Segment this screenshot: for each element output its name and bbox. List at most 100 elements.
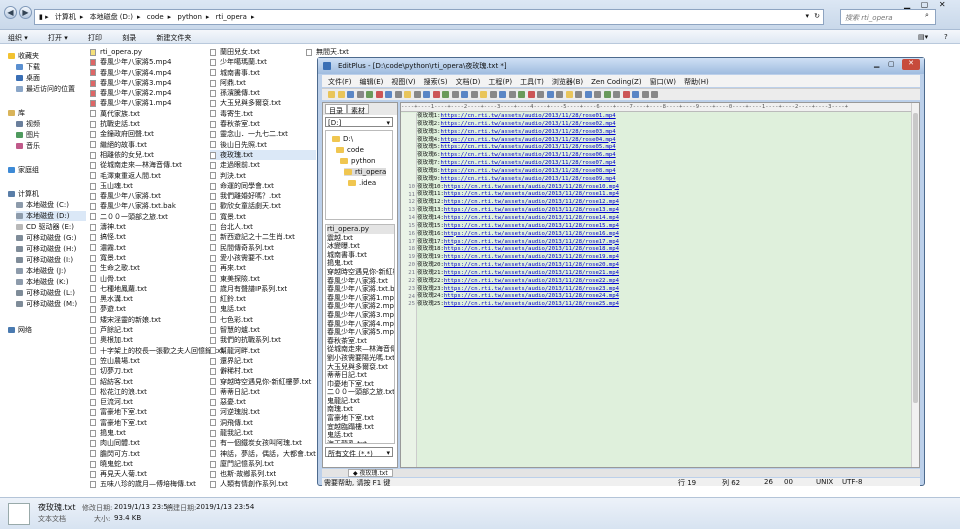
file-item[interactable]: 春風少年八家將2.mp4 xyxy=(90,88,224,98)
burn-button[interactable]: 刻录 xyxy=(122,34,136,42)
sidebar-file-item[interactable]: 春風少年八家將4.mp4 xyxy=(327,320,394,329)
file-item[interactable]: 毛澤東重返人間.txt xyxy=(90,171,224,181)
file-item[interactable]: 河逆瑰說.txt xyxy=(210,407,316,417)
file-item[interactable]: 濤神.txt xyxy=(90,222,224,232)
toolbar-button-icon[interactable] xyxy=(423,91,430,98)
toolbar-button-icon[interactable] xyxy=(613,91,620,98)
help-icon[interactable]: ? xyxy=(944,33,948,41)
line-url[interactable]: https://cn.rti.tw/assets/audio/2013/11/2… xyxy=(441,144,616,150)
toolbar-button-icon[interactable] xyxy=(641,91,649,98)
toolbar-button-icon[interactable] xyxy=(622,91,630,98)
nav-item-music[interactable]: 音乐 xyxy=(16,141,40,151)
file-item[interactable]: 相離依的女兒.txt xyxy=(90,150,224,160)
menu-item[interactable]: Zen Coding(Z) xyxy=(591,78,641,86)
file-item[interactable]: 還界記.txt xyxy=(210,356,316,366)
menu-item[interactable]: 工具(T) xyxy=(520,78,544,86)
file-item[interactable]: 台北人.txt xyxy=(210,222,316,232)
menu-item[interactable]: 搜索(S) xyxy=(424,78,448,86)
file-item[interactable]: 從城南走來—林海音傳.txt xyxy=(90,160,224,170)
open-button[interactable]: 打开 ▾ xyxy=(48,34,68,42)
nav-drive[interactable]: 本地磁盘 (J:) xyxy=(16,266,66,276)
file-item[interactable]: 幫龍河畔.txt xyxy=(210,346,316,356)
toolbar-button-icon[interactable] xyxy=(575,91,582,98)
code-area[interactable]: 夜玫瑰1:https://cn.rti.tw/assets/audio/2013… xyxy=(417,113,911,309)
file-item[interactable]: 神話，夢話，偶話，大都會.txt xyxy=(210,449,316,459)
toolbar-button-icon[interactable] xyxy=(413,91,421,98)
file-item[interactable]: 五味八珍的歲月—傅培梅傳.txt xyxy=(90,479,224,489)
file-item[interactable]: 搞怪.txt xyxy=(90,232,224,242)
file-item[interactable]: 繼絕的故事.txt xyxy=(90,140,224,150)
drive-select[interactable]: [D:] ▾ xyxy=(325,117,393,127)
nav-network[interactable]: 网络 xyxy=(8,325,32,335)
nav-drive[interactable]: 可移动磁盘 (H:) xyxy=(16,244,76,254)
file-item[interactable]: 有一個鐵炭女孩叫阿瑰.txt xyxy=(210,438,316,448)
forward-button[interactable]: ▶ xyxy=(19,6,32,19)
line-url[interactable]: https://cn.rti.tw/assets/audio/2013/11/2… xyxy=(444,270,619,276)
file-item[interactable]: 巨流河.txt xyxy=(90,397,224,407)
file-item[interactable]: 十字架上的校長一張歡之夫人回憶錄.txt xyxy=(90,346,224,356)
close-icon[interactable]: ✕ xyxy=(939,0,946,9)
toolbar-button-icon[interactable] xyxy=(385,91,392,98)
search-icon[interactable]: ⌕ xyxy=(925,11,929,20)
code-line[interactable]: 夜玫瑰9:https://cn.rti.tw/assets/audio/2013… xyxy=(417,176,911,184)
nav-drive[interactable]: 可移动磁盘 (G:) xyxy=(16,233,76,243)
code-line[interactable]: 夜玫瑰18:https://cn.rti.tw/assets/audio/201… xyxy=(417,246,911,254)
file-item[interactable]: 蒂蒂日記.txt xyxy=(210,387,316,397)
file-item[interactable]: 春風少年八家將5.mp4 xyxy=(90,57,224,67)
file-item[interactable]: 惡憂.txt xyxy=(210,397,316,407)
sidebar-file-item[interactable]: 大玉兒與多爾袞.txt xyxy=(327,363,394,372)
toolbar-button-icon[interactable] xyxy=(565,91,573,98)
code-line[interactable]: 夜玫瑰25:https://cn.rti.tw/assets/audio/201… xyxy=(417,301,911,309)
file-item[interactable]: 再見天人菊.txt xyxy=(90,469,224,479)
file-item[interactable]: 歡欣女童話劇天.txt xyxy=(210,201,316,211)
file-item[interactable]: 龍我記.txt xyxy=(210,428,316,438)
file-item[interactable]: 無間天.txt xyxy=(306,47,349,57)
toolbar-button-icon[interactable] xyxy=(518,91,525,98)
nav-item-desktop[interactable]: 桌面 xyxy=(16,73,40,83)
file-item[interactable]: 春風少年八家將.txt.bak xyxy=(90,201,224,211)
back-button[interactable]: ◀ xyxy=(4,6,17,19)
file-item[interactable]: 穿越時空遇見你-新紅樓夢.txt xyxy=(210,377,316,387)
toolbar-button-icon[interactable] xyxy=(356,91,364,98)
file-item[interactable]: 濃霧.txt xyxy=(90,243,224,253)
file-item[interactable]: 我們離婚好嗎？.txt xyxy=(210,191,316,201)
breadcrumb-item[interactable]: rti_opera xyxy=(216,13,247,21)
line-url[interactable]: https://cn.rti.tw/assets/audio/2013/11/2… xyxy=(441,176,616,182)
nav-computer[interactable]: 计算机 xyxy=(8,189,39,199)
tree-node[interactable]: python xyxy=(340,157,376,165)
toolbar-button-icon[interactable] xyxy=(328,91,335,98)
new-folder-button[interactable]: 新建文件夹 xyxy=(156,34,191,42)
file-item[interactable]: 夜玫瑰.txt xyxy=(210,149,316,161)
sidebar-file-item[interactable]: 穿越時空遇見你-新紅樓 xyxy=(327,268,394,277)
code-line[interactable]: 夜玫瑰1:https://cn.rti.tw/assets/audio/2013… xyxy=(417,113,911,121)
code-line[interactable]: 夜玫瑰2:https://cn.rti.tw/assets/audio/2013… xyxy=(417,121,911,129)
file-item[interactable]: 七種地鳳蘿.txt xyxy=(90,284,224,294)
menu-item[interactable]: 窗口(W) xyxy=(650,78,676,86)
line-url[interactable]: https://cn.rti.tw/assets/audio/2013/11/2… xyxy=(444,293,619,299)
file-item[interactable]: 再來.txt xyxy=(210,263,316,273)
view-options-icon[interactable]: ▤▾ xyxy=(918,33,928,41)
file-item[interactable]: 大玉兒與多爾袞.txt xyxy=(210,98,316,108)
file-item[interactable]: 也斯·故鄉系列.txt xyxy=(210,469,316,479)
file-item[interactable]: 七色彩.txt xyxy=(210,315,316,325)
sidebar-file-item[interactable]: 富豪地下室.txt xyxy=(327,414,394,423)
breadcrumb-item[interactable]: 计算机 xyxy=(55,13,76,21)
breadcrumb-item[interactable]: python xyxy=(177,13,202,21)
file-item[interactable]: 判決.txt xyxy=(210,171,316,181)
sidebar-file-item[interactable]: 從城南走來—林海音傳 xyxy=(327,345,394,354)
file-item[interactable]: 紅鈴.txt xyxy=(210,294,316,304)
toolbar-button-icon[interactable] xyxy=(366,91,373,98)
line-url[interactable]: https://cn.rti.tw/assets/audio/2013/11/2… xyxy=(444,286,619,292)
line-url[interactable]: https://cn.rti.tw/assets/audio/2013/11/2… xyxy=(444,223,619,229)
menu-item[interactable]: 浏览器(B) xyxy=(552,78,583,86)
line-url[interactable]: https://cn.rti.tw/assets/audio/2013/11/2… xyxy=(444,191,619,197)
tree-node[interactable]: .idea xyxy=(348,179,376,187)
toolbar-button-icon[interactable] xyxy=(375,91,383,98)
file-item[interactable]: 搗鬼.txt xyxy=(90,428,224,438)
toolbar-button-icon[interactable] xyxy=(594,91,601,98)
file-item[interactable]: 蘭田兒女.txt xyxy=(210,47,316,57)
toolbar-button-icon[interactable] xyxy=(556,91,563,98)
file-item[interactable]: 富豪地下室.txt xyxy=(90,407,224,417)
breadcrumb-item[interactable]: 本地磁盘 (D:) xyxy=(90,13,133,21)
file-item[interactable]: 東美探險.txt xyxy=(210,274,316,284)
